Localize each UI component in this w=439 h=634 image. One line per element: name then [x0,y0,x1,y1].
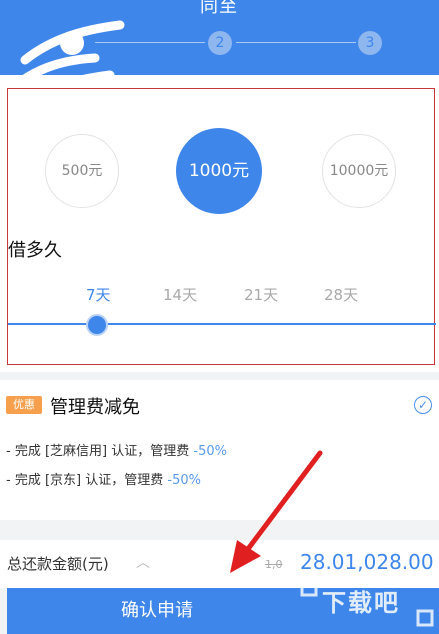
header-title: 同至 [200,0,238,17]
confirm-apply-button[interactable]: 确认申请 [7,588,307,634]
step-3-circle: 3 [358,31,382,55]
total-repayment-label: 总还款金额(元) [7,555,109,573]
annotation-arrow-icon [230,450,323,573]
check-icon[interactable]: ✓ [414,396,432,414]
duration-slider-track[interactable] [8,323,436,325]
duration-option-14[interactable]: 14天 [163,284,197,305]
amount-option-1000[interactable]: 1000元 [176,128,262,214]
amount-option-10000[interactable]: 10000元 [322,134,396,208]
step-connector [236,42,356,43]
chevron-up-icon[interactable]: ︿ [136,552,150,572]
duration-option-21[interactable]: 21天 [244,284,278,305]
duration-title: 借多久 [8,240,62,261]
duration-slider-thumb[interactable] [86,314,108,336]
watermark-text: 下载吧 [322,589,400,617]
discount-item: - 完成 [京东] 认证，管理费 -50% [6,473,201,488]
discount-tag: 优惠 [6,396,42,414]
discount-title: 管理费减免 [50,397,140,418]
duration-option-28[interactable]: 28天 [324,284,358,305]
step-2-circle: 2 [208,31,232,55]
discount-item: - 完成 [芝麻信用] 认证，管理费 -50% [6,444,227,459]
amount-option-500[interactable]: 500元 [45,134,119,208]
duration-option-7[interactable]: 7天 [86,284,111,305]
